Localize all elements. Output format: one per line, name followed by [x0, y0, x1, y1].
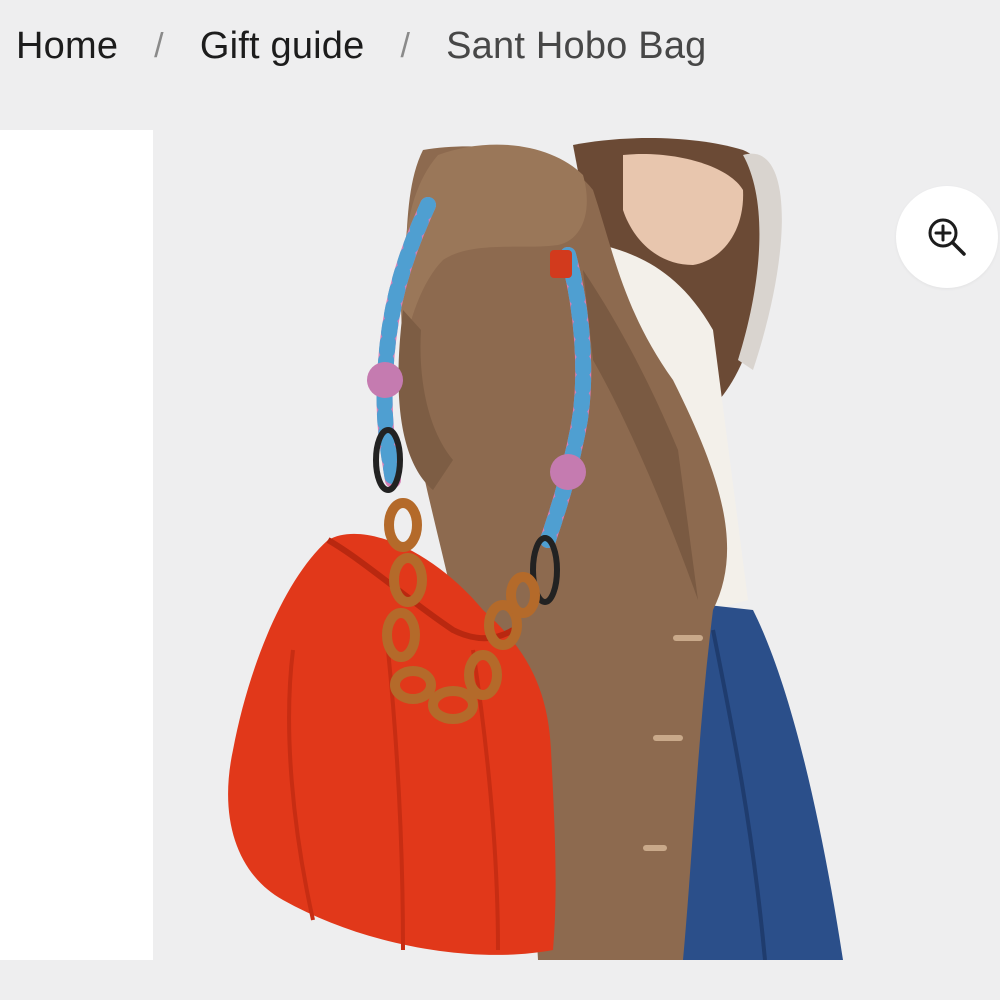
zoom-button[interactable] — [896, 186, 998, 288]
breadcrumb-separator: / — [400, 27, 411, 65]
product-image[interactable] — [153, 130, 1000, 960]
breadcrumb-home-link[interactable]: Home — [16, 22, 118, 70]
breadcrumb-separator: / — [154, 27, 164, 65]
breadcrumb: Home / Gift guide / Sant Hobo Bag — [16, 22, 706, 70]
breadcrumb-gift-guide-link[interactable]: Gift guide — [200, 22, 365, 70]
zoom-in-icon — [928, 218, 966, 256]
gallery-thumbnail-area — [0, 130, 153, 960]
breadcrumb-current-page: Sant Hobo Bag — [446, 25, 707, 67]
